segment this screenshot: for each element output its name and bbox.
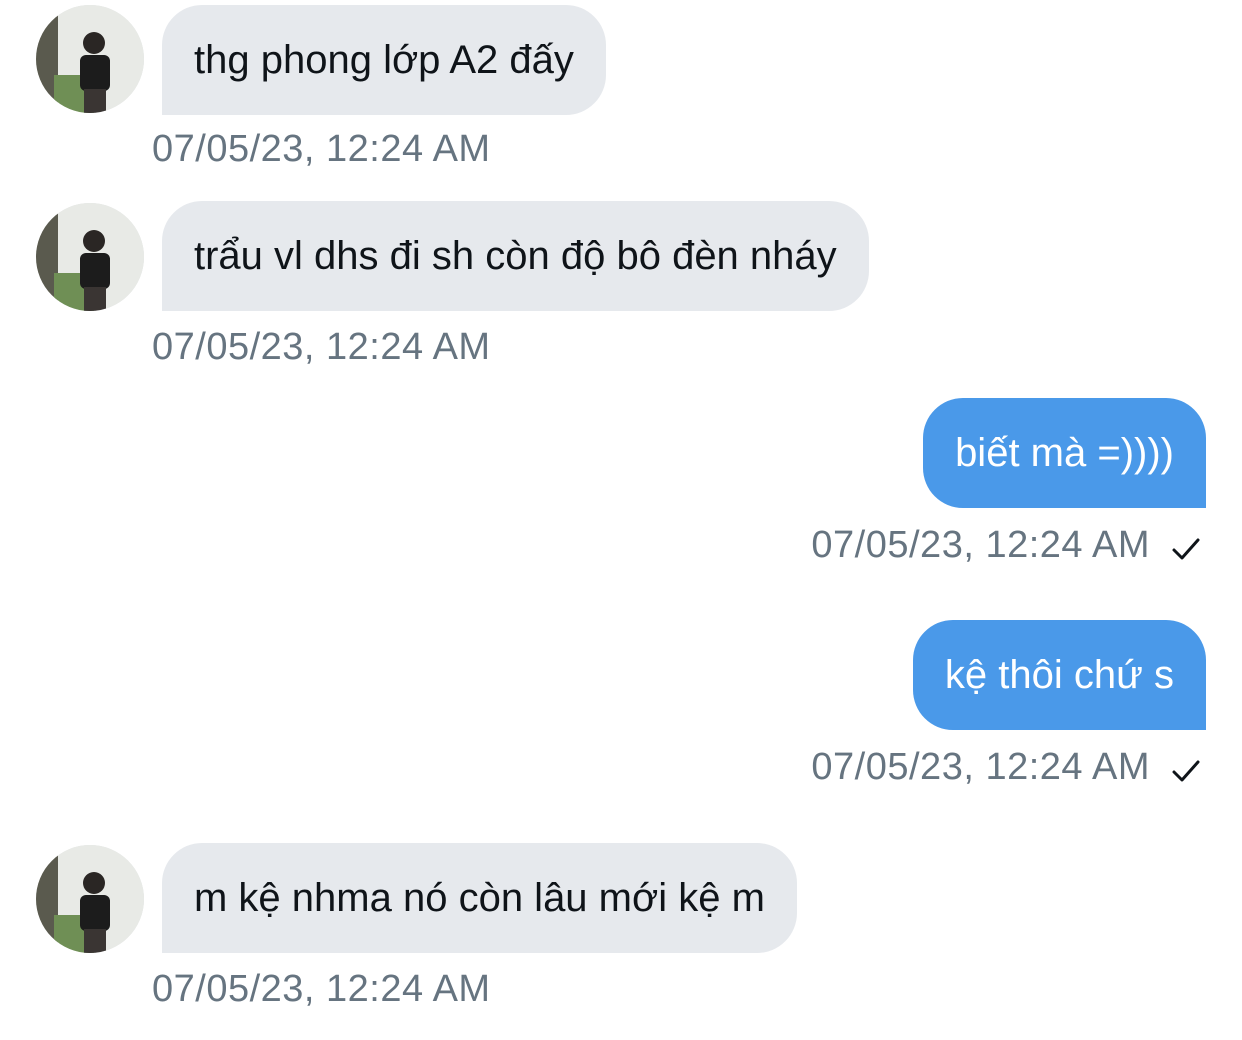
message-timestamp: 07/05/23, 12:24 AM bbox=[152, 128, 491, 170]
message-timestamp: 07/05/23, 12:24 AM bbox=[152, 326, 491, 368]
message-bubble[interactable]: trẩu vl dhs đi sh còn độ bô đèn nháy bbox=[162, 201, 869, 311]
message-bubble[interactable]: biết mà =)))) bbox=[923, 398, 1206, 508]
avatar[interactable] bbox=[36, 5, 144, 113]
check-icon bbox=[1172, 538, 1200, 560]
message-timestamp: 07/05/23, 12:24 AM bbox=[152, 968, 491, 1010]
avatar-photo bbox=[36, 5, 144, 113]
message-bubble[interactable]: thg phong lớp A2 đấy bbox=[162, 5, 606, 115]
avatar-photo bbox=[36, 845, 144, 953]
message-bubble[interactable]: kệ thôi chứ s bbox=[912, 620, 1206, 730]
avatar-photo bbox=[36, 203, 144, 311]
avatar[interactable] bbox=[36, 845, 144, 953]
avatar[interactable] bbox=[36, 203, 144, 311]
check-icon bbox=[1172, 760, 1200, 782]
message-timestamp: 07/05/23, 12:24 AM bbox=[811, 524, 1150, 566]
message-bubble[interactable]: m kệ nhma nó còn lâu mới kệ m bbox=[162, 843, 797, 953]
message-timestamp: 07/05/23, 12:24 AM bbox=[811, 746, 1150, 788]
